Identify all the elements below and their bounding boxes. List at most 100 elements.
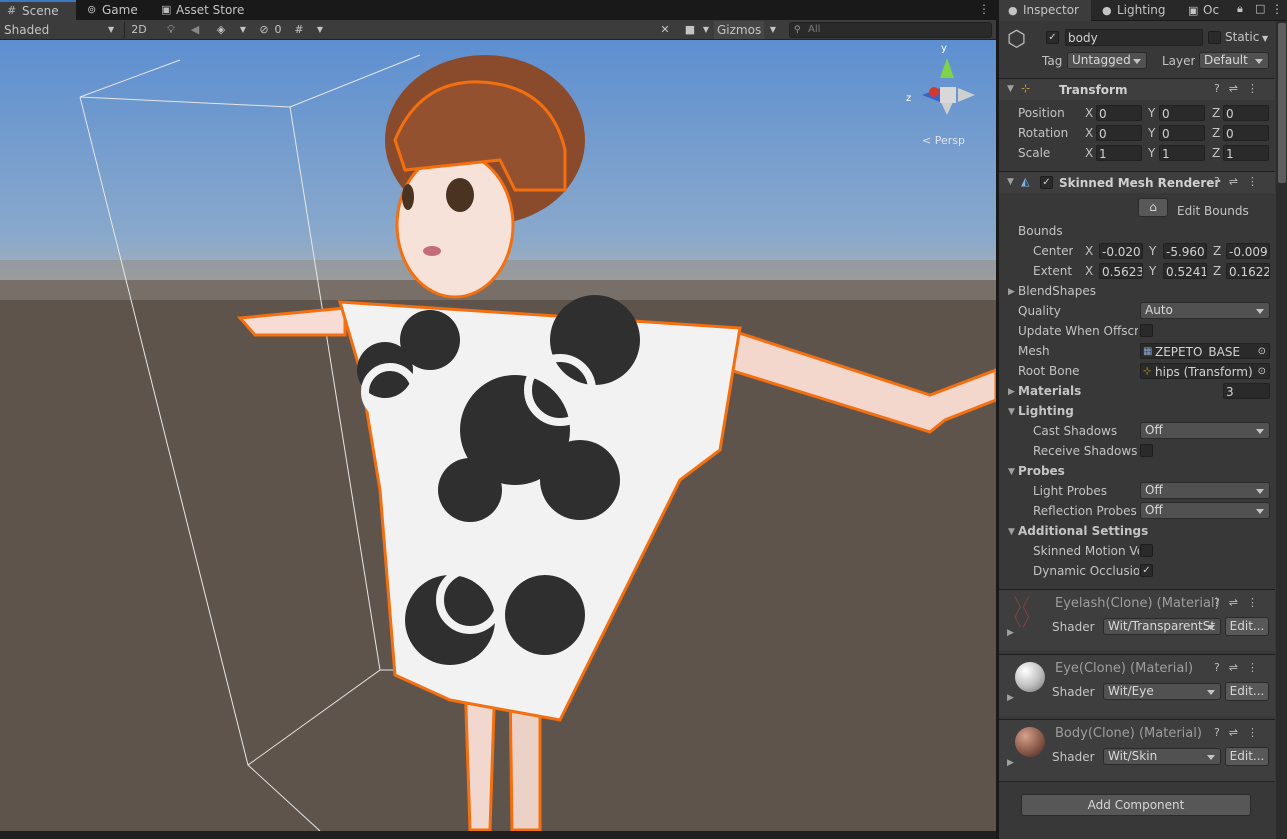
component-header-icons[interactable]: ?⇌⋮ bbox=[1214, 726, 1267, 739]
gizmos-button[interactable]: Gizmos bbox=[714, 21, 764, 39]
rotation-z[interactable]: 0 bbox=[1223, 125, 1269, 141]
collapse-icon[interactable]: ▼ bbox=[1008, 527, 1015, 537]
tab-scene[interactable]: # Scene bbox=[0, 0, 76, 20]
camera-icon[interactable]: ■ bbox=[682, 21, 698, 39]
shader-dropdown[interactable]: Wit/TransparentSt bbox=[1103, 618, 1221, 635]
collapse-icon[interactable]: ▼ bbox=[1008, 407, 1015, 417]
mesh-field[interactable]: ▦ ZEPETO_BASE ⊙ bbox=[1140, 343, 1270, 359]
add-component-button[interactable]: Add Component bbox=[1021, 794, 1251, 816]
reflection-probes-dropdown[interactable]: Off bbox=[1140, 502, 1270, 519]
static-dropdown-icon[interactable]: ▼ bbox=[1262, 34, 1268, 43]
tag-dropdown[interactable]: Untagged bbox=[1067, 52, 1147, 69]
gizmos-dropdown-icon[interactable]: ▼ bbox=[766, 21, 780, 39]
maximize-icon[interactable]: □ bbox=[1255, 2, 1265, 15]
center-y[interactable]: -5.960 bbox=[1163, 243, 1207, 259]
gameobject-cube-icon[interactable]: ⬡ bbox=[1007, 28, 1033, 54]
static-checkbox[interactable] bbox=[1208, 31, 1221, 44]
rotation-x[interactable]: 0 bbox=[1096, 125, 1142, 141]
receive-shadows-checkbox[interactable] bbox=[1140, 444, 1153, 457]
smr-header[interactable]: ▼ ◭ ✓ Skinned Mesh Renderer ?⇌⋮ bbox=[999, 171, 1275, 193]
grid-dropdown-icon[interactable]: ▼ bbox=[314, 21, 326, 39]
collapse-icon[interactable]: ▶ bbox=[1008, 387, 1015, 397]
additional-settings-label[interactable]: Additional Settings bbox=[1018, 524, 1148, 538]
root-bone-field[interactable]: ⊹ hips (Transform) ⊙ bbox=[1140, 363, 1270, 379]
static-label[interactable]: Static bbox=[1225, 30, 1259, 44]
object-picker-icon[interactable]: ⊙ bbox=[1258, 344, 1266, 358]
layer-label: Layer bbox=[1162, 54, 1196, 68]
collapse-icon[interactable]: ▶ bbox=[1007, 628, 1014, 638]
object-picker-icon[interactable]: ⊙ bbox=[1258, 364, 1266, 378]
camera-dropdown-icon[interactable]: ▼ bbox=[700, 21, 712, 39]
extent-z[interactable]: 0.1622 bbox=[1226, 263, 1270, 279]
component-header-icons[interactable]: ?⇌⋮ bbox=[1214, 175, 1267, 188]
component-header-icons[interactable]: ?⇌⋮ bbox=[1214, 596, 1267, 609]
scene-orientation-gizmo[interactable] bbox=[922, 58, 975, 115]
tab-game[interactable]: ⊚ Game bbox=[80, 0, 150, 20]
transform-header[interactable]: ▼ ⊹ Transform ?⇌⋮ bbox=[999, 78, 1275, 100]
edit-bounds-button[interactable]: ⌂ bbox=[1138, 198, 1168, 217]
effects-toggle-icon[interactable]: ◈ bbox=[208, 21, 234, 39]
scene-viewport[interactable]: y z < Persp bbox=[0, 40, 996, 831]
materials-label[interactable]: Materials bbox=[1018, 384, 1081, 398]
audio-toggle-icon[interactable]: ◀︎ bbox=[184, 21, 206, 39]
scene-search-input[interactable]: ⚲ All bbox=[789, 22, 992, 38]
scale-z[interactable]: 1 bbox=[1223, 145, 1269, 161]
rotation-y[interactable]: 0 bbox=[1159, 125, 1205, 141]
edit-shader-button[interactable]: Edit... bbox=[1225, 617, 1269, 636]
collapse-icon[interactable]: ▼ bbox=[1008, 467, 1015, 477]
materials-count-field[interactable]: 3 bbox=[1223, 383, 1270, 399]
shader-dropdown[interactable]: Wit/Eye bbox=[1103, 683, 1221, 700]
edit-shader-button[interactable]: Edit... bbox=[1225, 747, 1269, 766]
grid-snap-icon[interactable]: # bbox=[290, 21, 308, 39]
smr-enabled-checkbox[interactable]: ✓ bbox=[1040, 176, 1053, 189]
collapse-icon[interactable]: ▼ bbox=[1007, 84, 1014, 94]
scene-panel: # Scene ⊚ Game ▣ Asset Store ⋮ Shaded ▼ … bbox=[0, 0, 996, 839]
center-x[interactable]: -0.020 bbox=[1099, 243, 1143, 259]
center-z[interactable]: -0.009 bbox=[1226, 243, 1270, 259]
layer-dropdown[interactable]: Default bbox=[1199, 52, 1269, 69]
edit-shader-button[interactable]: Edit... bbox=[1225, 682, 1269, 701]
collapse-icon[interactable]: ▶ bbox=[1008, 287, 1015, 297]
tab-asset-store[interactable]: ▣ Asset Store bbox=[154, 0, 254, 20]
lighting-toggle-icon[interactable]: 💡︎ bbox=[160, 21, 182, 39]
update-offscreen-checkbox[interactable] bbox=[1140, 324, 1153, 337]
inspector-menu-icon[interactable]: ⋮ bbox=[1271, 2, 1283, 16]
position-z[interactable]: 0 bbox=[1223, 105, 1269, 121]
probes-section-label[interactable]: Probes bbox=[1018, 464, 1065, 478]
scale-y[interactable]: 1 bbox=[1159, 145, 1205, 161]
collapse-icon[interactable]: ▶ bbox=[1007, 758, 1014, 768]
quality-dropdown[interactable]: Auto bbox=[1140, 302, 1270, 319]
persp-label[interactable]: < Persp bbox=[922, 134, 965, 147]
lighting-section-label[interactable]: Lighting bbox=[1018, 404, 1074, 418]
tools-icon[interactable]: ✕ bbox=[656, 21, 674, 39]
light-probes-dropdown[interactable]: Off bbox=[1140, 482, 1270, 499]
tab-inspector[interactable]: ● Inspector bbox=[999, 0, 1091, 21]
extent-x[interactable]: 0.5623 bbox=[1099, 263, 1143, 279]
blendshapes-label[interactable]: BlendShapes bbox=[1018, 284, 1096, 298]
hidden-objects-icon[interactable]: ⊘ bbox=[256, 21, 272, 39]
cast-shadows-dropdown[interactable]: Off bbox=[1140, 422, 1270, 439]
position-y[interactable]: 0 bbox=[1159, 105, 1205, 121]
scene-hscroll[interactable] bbox=[0, 831, 996, 839]
component-header-icons[interactable]: ?⇌⋮ bbox=[1214, 82, 1267, 95]
effects-dropdown-icon[interactable]: ▼ bbox=[236, 21, 250, 39]
lock-icon[interactable]: 🔒︎ bbox=[1237, 2, 1243, 16]
tab-lighting[interactable]: ● Lighting bbox=[1093, 0, 1177, 21]
component-header-icons[interactable]: ?⇌⋮ bbox=[1214, 661, 1267, 674]
scale-x[interactable]: 1 bbox=[1096, 145, 1142, 161]
panel-menu-icon[interactable]: ⋮ bbox=[978, 2, 990, 16]
collapse-icon[interactable]: ▼ bbox=[1007, 177, 1014, 187]
scrollbar-thumb[interactable] bbox=[1278, 23, 1286, 183]
shading-mode-dropdown[interactable]: Shaded ▼ bbox=[0, 21, 122, 39]
dynamic-occlusion-checkbox[interactable]: ✓ bbox=[1140, 564, 1153, 577]
2d-toggle[interactable]: 2D bbox=[127, 21, 151, 39]
tab-occlusion[interactable]: ▣ Oc bbox=[1179, 0, 1223, 21]
extent-y[interactable]: 0.5241 bbox=[1163, 263, 1207, 279]
object-name-field[interactable]: body bbox=[1065, 29, 1203, 46]
shader-dropdown[interactable]: Wit/Skin bbox=[1103, 748, 1221, 765]
active-checkbox[interactable]: ✓ bbox=[1046, 31, 1059, 44]
motion-vectors-checkbox[interactable] bbox=[1140, 544, 1153, 557]
x-axis-handle bbox=[929, 87, 939, 97]
position-x[interactable]: 0 bbox=[1096, 105, 1142, 121]
collapse-icon[interactable]: ▶ bbox=[1007, 693, 1014, 703]
